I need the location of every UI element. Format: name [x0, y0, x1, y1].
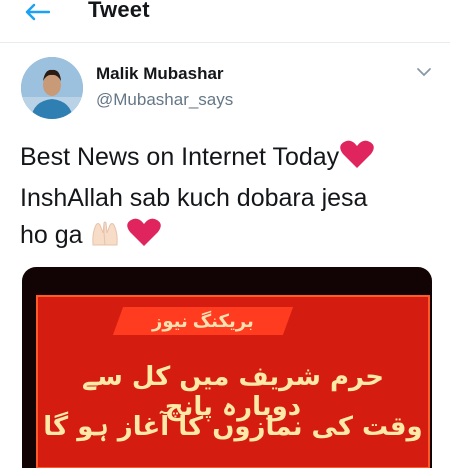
avatar-photo	[21, 57, 83, 119]
tweet-line-1-text: Best News on Internet Today	[20, 143, 340, 171]
tweet-media-image[interactable]: بریکنگ نیوز حرم شریف میں کل سے دوبارہ پا…	[22, 267, 432, 468]
author-handle[interactable]: @Mubashar_says	[96, 90, 233, 110]
channel-label-text: بریکنگ نیوز	[152, 311, 254, 331]
author-name[interactable]: Malik Mubashar	[96, 64, 224, 84]
raised-hands-icon	[90, 219, 120, 258]
tweet-line-3-text: ho ga	[20, 221, 83, 249]
back-button[interactable]	[22, 0, 52, 24]
arrow-left-icon	[25, 3, 50, 21]
chevron-down-icon	[417, 68, 431, 77]
tweet-line-2: InshAllah sab kuch dobara jesa	[20, 184, 368, 212]
headline-line-2: وقت کی نمازوں کا آغاز ہو گا	[43, 412, 423, 442]
tweet-text: Best News on Internet Today InshAllah sa…	[20, 139, 440, 258]
tweet-line-1: Best News on Internet Today	[20, 139, 440, 180]
top-bar: Tweet	[0, 0, 450, 43]
more-options-button[interactable]	[414, 64, 434, 80]
news-banner: بریکنگ نیوز حرم شریف میں کل سے دوبارہ پا…	[36, 295, 430, 468]
page-title: Tweet	[88, 0, 150, 22]
tweet-line-3: ho ga	[20, 217, 440, 258]
channel-label: بریکنگ نیوز	[112, 307, 294, 335]
red-heart-icon	[126, 217, 162, 258]
avatar[interactable]	[21, 57, 83, 119]
red-heart-icon	[339, 139, 375, 180]
